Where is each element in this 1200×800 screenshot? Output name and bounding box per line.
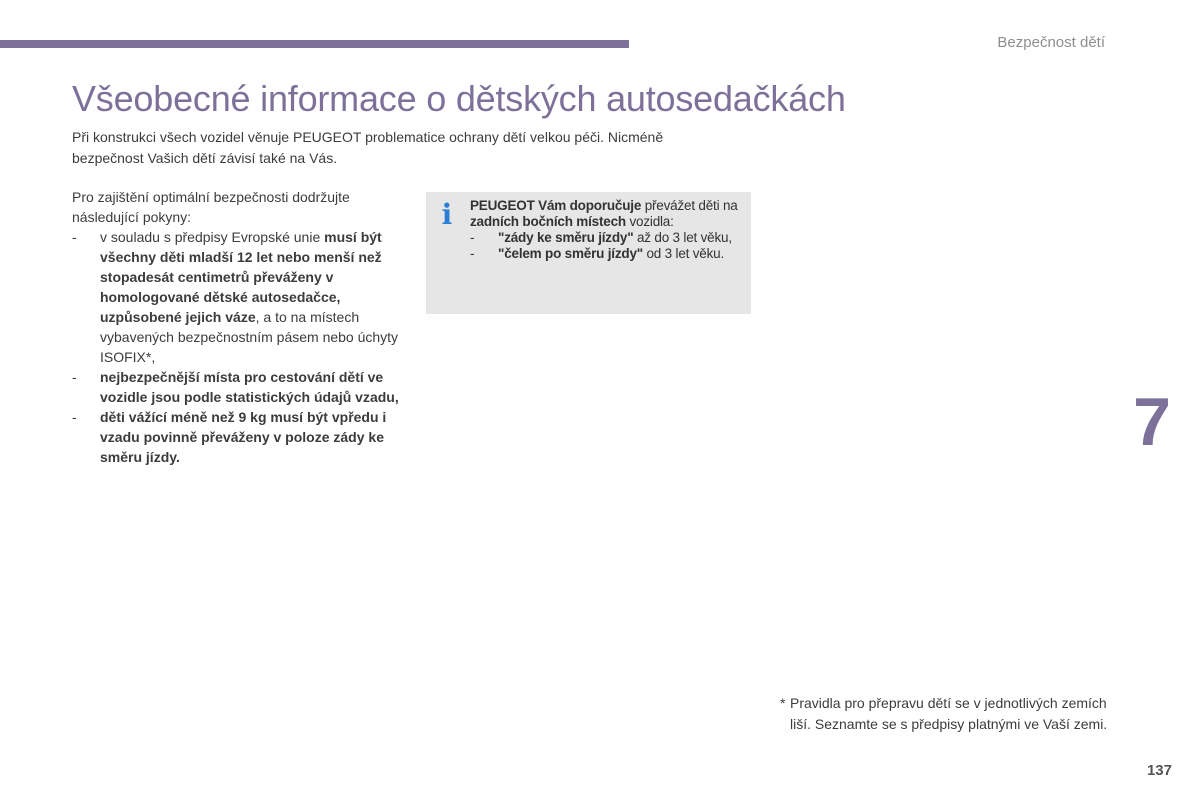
guideline-text: v souladu s předpisy Evropské unie bbox=[100, 229, 325, 245]
guideline-bold-text: nejbezpečnější místa pro cestování dětí … bbox=[100, 369, 399, 405]
info-bold-text: zadních bočních místech bbox=[470, 214, 626, 229]
guideline-item: nejbezpečnější místa pro cestování dětí … bbox=[72, 367, 402, 407]
footnote-text: Pravidla pro přepravu dětí se v jednotli… bbox=[790, 695, 1108, 732]
info-box: i PEUGEOT Vám doporučuje převážet děti n… bbox=[426, 192, 751, 314]
chapter-number: 7 bbox=[1133, 384, 1171, 460]
section-title: Bezpečnost dětí bbox=[997, 34, 1105, 51]
info-text-span: převážet děti na bbox=[641, 198, 738, 213]
guideline-item: v souladu s předpisy Evropské unie musí … bbox=[72, 227, 402, 367]
intro-line: Při konstrukci všech vozidel věnuje PEUG… bbox=[72, 129, 664, 145]
guideline-bold-text: děti vážící méně než 9 kg musí být vpřed… bbox=[100, 409, 387, 465]
info-box-text: PEUGEOT Vám doporučuje převážet děti na … bbox=[470, 198, 750, 262]
guidelines-section: Pro zajištění optimální bezpečnosti dodr… bbox=[72, 187, 402, 467]
info-text-span: od 3 let věku. bbox=[642, 246, 725, 261]
intro-paragraph: Při konstrukci všech vozidel věnuje PEUG… bbox=[72, 127, 752, 169]
guidelines-list: v souladu s předpisy Evropské unie musí … bbox=[72, 227, 402, 467]
info-list-item: "čelem po směru jízdy" od 3 let věku. bbox=[470, 246, 750, 262]
info-bold-text: "zády ke směru jízdy" bbox=[498, 230, 634, 245]
footnote: * Pravidla pro přepravu dětí se v jednot… bbox=[780, 693, 1110, 735]
info-text-span: vozidla: bbox=[625, 214, 674, 229]
page-title: Všeobecné informace o dětských autosedač… bbox=[72, 78, 846, 119]
footnote-marker: * bbox=[780, 695, 786, 711]
info-list-item: "zády ke směru jízdy" až do 3 let věku, bbox=[470, 230, 750, 246]
info-text-span: až do 3 let věku, bbox=[633, 230, 732, 245]
guideline-item: děti vážící méně než 9 kg musí být vpřed… bbox=[72, 407, 402, 467]
intro-line: bezpečnost Vašich dětí závisí také na Vá… bbox=[72, 150, 338, 166]
info-bold-text: PEUGEOT Vám doporučuje bbox=[470, 198, 642, 213]
header-accent-bar bbox=[0, 40, 629, 48]
page-number: 137 bbox=[1146, 762, 1172, 779]
info-box-list: "zády ke směru jízdy" až do 3 let věku, … bbox=[470, 230, 750, 262]
guidelines-lead: Pro zajištění optimální bezpečnosti dodr… bbox=[72, 189, 350, 225]
info-box-intro: PEUGEOT Vám doporučuje převážet děti na … bbox=[470, 198, 750, 230]
info-bold-text: "čelem po směru jízdy" bbox=[498, 246, 643, 261]
info-icon: i bbox=[441, 198, 453, 231]
